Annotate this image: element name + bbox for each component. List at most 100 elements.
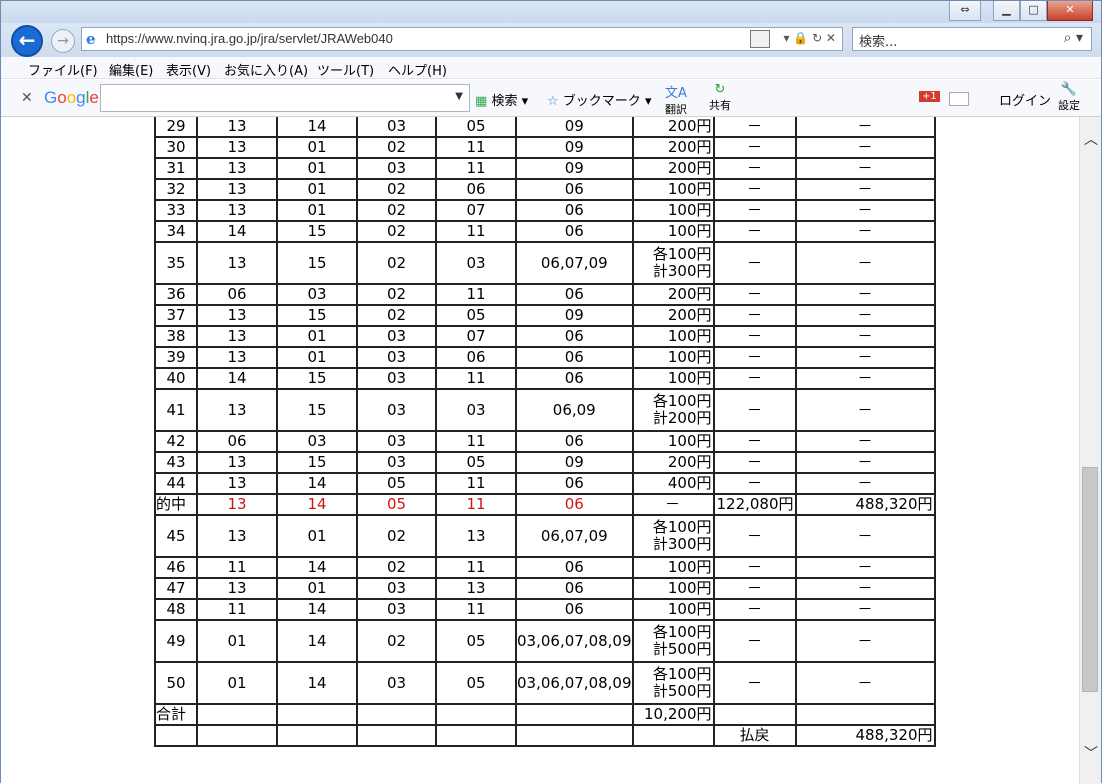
- selection-cell: 03: [356, 451, 437, 474]
- restore-arrows-button[interactable]: ⇔: [949, 1, 981, 21]
- selection-cell: 13: [196, 117, 278, 138]
- payout-cell: －: [794, 325, 936, 348]
- google-search-input[interactable]: ▼: [100, 84, 470, 112]
- selection-cell: 06: [515, 598, 634, 621]
- row-number-cell: 36: [154, 283, 198, 306]
- odds-cell: －: [712, 283, 797, 306]
- selection-cell: 03: [356, 346, 437, 369]
- table-row: 39 13 01 03 06 06 100円－－: [154, 346, 936, 369]
- selection-cell: 06: [196, 430, 278, 453]
- table-row: 44 13 14 05 11 06 400円－－: [154, 472, 936, 495]
- table-row: 42 06 03 03 11 06 100円－－: [154, 430, 936, 453]
- selection-cell: 02: [356, 241, 437, 285]
- menu-file[interactable]: ファイル(F): [28, 60, 98, 79]
- minimize-button[interactable]: ▁: [993, 1, 1020, 21]
- selection-cell: 06: [435, 346, 517, 369]
- selection-cell: 03: [356, 661, 437, 705]
- share-button[interactable]: ↻ 共有: [709, 82, 731, 113]
- star-icon: ☆: [547, 94, 559, 109]
- search-placeholder: 検索...: [859, 35, 898, 50]
- google-toolbar: ✕ Google ▼ ▦ 検索 ▾ ☆ ブックマーク ▾ 文A 翻訳 ↻ 共有 …: [1, 80, 1101, 117]
- selection-cell: 03: [356, 325, 437, 348]
- odds-cell: －: [712, 367, 797, 390]
- maximize-button[interactable]: □: [1020, 1, 1047, 21]
- selection-cell: 02: [356, 556, 437, 579]
- selection-cell: 03: [356, 598, 437, 621]
- selection-cell: 01: [276, 136, 358, 159]
- amount-cell: 100円: [631, 577, 715, 600]
- google-search-button[interactable]: ▦ 検索 ▾: [475, 90, 528, 109]
- amount-text: 100円: [667, 432, 712, 450]
- selection-cell: 02: [356, 283, 437, 306]
- selection-cell: 15: [276, 367, 358, 390]
- vertical-scrollbar[interactable]: ︿ ﹀: [1079, 117, 1101, 784]
- odds-cell: －: [712, 451, 797, 474]
- payout-cell: －: [794, 451, 936, 474]
- amount-cell: 100円: [631, 556, 715, 579]
- menu-help[interactable]: ヘルプ(H): [388, 60, 447, 79]
- menu-edit[interactable]: 編集(E): [109, 60, 153, 79]
- settings-button[interactable]: 🔧 設定: [1058, 82, 1080, 113]
- login-button[interactable]: ログイン: [999, 90, 1051, 109]
- selection-cell: 05: [435, 451, 517, 474]
- selection-cell: 06: [515, 493, 634, 516]
- dropdown-icon[interactable]: ▼: [455, 91, 463, 102]
- selection-cell: 07: [435, 199, 517, 222]
- amount-text: 100円: [667, 201, 712, 219]
- odds-cell: －: [712, 661, 797, 705]
- selection-cell: 13: [196, 136, 278, 159]
- selection-cell: 01: [276, 157, 358, 180]
- amount-cell: 200円: [631, 283, 715, 306]
- selection-cell: 06,07,09: [515, 241, 634, 285]
- selection-cell: 13: [196, 346, 278, 369]
- payout-label: 払戻: [712, 724, 797, 747]
- forward-button[interactable]: →: [51, 29, 75, 53]
- menu-tools[interactable]: ツール(T): [317, 60, 374, 79]
- selection-cell: 02: [356, 619, 437, 663]
- row-number-cell: 30: [154, 136, 198, 159]
- menu-view[interactable]: 表示(V): [166, 60, 211, 79]
- ie-icon: e: [86, 30, 96, 48]
- search-icon[interactable]: ⌕ ▾: [1064, 30, 1083, 46]
- page-icon: [750, 30, 770, 48]
- table-row: 32 13 01 02 06 06 100円－－: [154, 178, 936, 201]
- selection-cell: 11: [196, 598, 278, 621]
- selection-cell: 06: [515, 346, 634, 369]
- scroll-thumb[interactable]: [1082, 467, 1098, 692]
- address-bar[interactable]: e https://www.nvinq.jra.go.jp/jra/servle…: [81, 27, 843, 51]
- selection-cell: 05: [435, 661, 517, 705]
- selection-cell: 11: [435, 493, 517, 516]
- lock-refresh-icons[interactable]: ▾ 🔒 ↻ ✕: [783, 31, 836, 45]
- selection-cell: 11: [435, 220, 517, 243]
- selection-cell: 06: [515, 325, 634, 348]
- selection-cell: 13: [196, 514, 278, 558]
- gplus-toggle[interactable]: [949, 92, 969, 106]
- scroll-up-icon[interactable]: ︿: [1084, 129, 1098, 149]
- bookmark-button[interactable]: ☆ ブックマーク ▾: [547, 90, 651, 109]
- gplus-button[interactable]: +1: [919, 91, 940, 102]
- menu-favorites[interactable]: お気に入り(A): [224, 60, 308, 79]
- toolbar-close-icon[interactable]: ✕: [21, 90, 33, 106]
- back-button[interactable]: ←: [11, 25, 43, 57]
- search-box[interactable]: 検索... ⌕ ▾: [852, 27, 1092, 51]
- amount-text: 400円: [667, 474, 712, 492]
- row-number-cell: 48: [154, 598, 198, 621]
- payout-cell: －: [794, 283, 936, 306]
- selection-cell: 03: [356, 117, 437, 138]
- amount-text: 100円: [667, 369, 712, 387]
- payout-cell: －: [794, 388, 936, 432]
- selection-cell: 06: [515, 283, 634, 306]
- close-button[interactable]: ✕: [1047, 1, 1093, 21]
- share-icon: ↻: [714, 82, 726, 97]
- selection-cell: 03: [356, 388, 437, 432]
- amount-cell: 各100円 計200円: [631, 388, 715, 432]
- table-row: 30 13 01 02 11 09 200円－－: [154, 136, 936, 159]
- odds-cell: －: [712, 304, 797, 327]
- translate-button[interactable]: 文A 翻訳: [665, 82, 687, 117]
- selection-cell: 13: [435, 514, 517, 558]
- selection-cell: 06: [515, 220, 634, 243]
- selection-cell: 02: [356, 178, 437, 201]
- scroll-down-icon[interactable]: ﹀: [1084, 743, 1098, 763]
- row-number-cell: 31: [154, 157, 198, 180]
- page-content: 29 13 14 03 05 09 200円－－ 30 13 01 02 11 09 200円－－ 31 13…: [1, 117, 1079, 784]
